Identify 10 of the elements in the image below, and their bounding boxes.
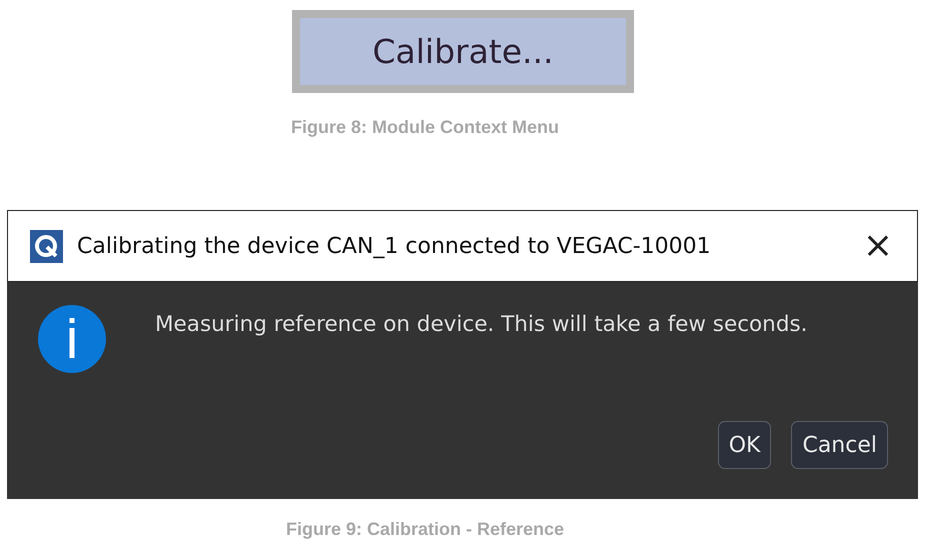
dialog-button[interactable]: OK	[718, 421, 772, 469]
figure-caption: Figure 9: Calibration - Reference	[284, 519, 566, 540]
window-title: Calibrating the device CAN_1 connected to VEGAC-10001	[77, 234, 712, 258]
menu-item[interactable]: Calibrate...	[292, 10, 634, 93]
figure-caption: Figure 8: Module Context Menu	[290, 117, 560, 138]
close-button[interactable]: ×	[854, 228, 901, 264]
info-icon	[37, 304, 107, 374]
app-logo-icon	[30, 230, 63, 262]
message-text: Measuring reference on device. This will take a few seconds.	[155, 312, 808, 337]
dialog-button[interactable]: Cancel	[791, 421, 888, 469]
